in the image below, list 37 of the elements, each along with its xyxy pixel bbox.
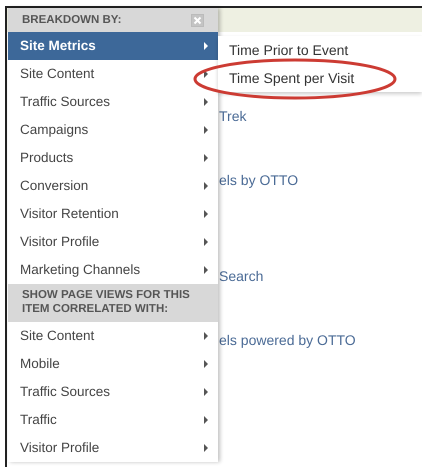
menu-item[interactable]: Products	[8, 144, 218, 172]
section-title: SHOW PAGE VIEWS FOR THIS ITEM CORRELATED WITH:	[22, 288, 191, 316]
page-link[interactable]: Search	[219, 260, 422, 292]
submenu-arrow-icon	[204, 388, 208, 396]
submenu-arrow-icon	[204, 182, 208, 190]
submenu-arrow-icon	[204, 266, 208, 274]
menu-item[interactable]: Site Content	[8, 322, 218, 350]
submenu-item[interactable]: Time Spent per Visit	[218, 64, 422, 92]
submenu-item[interactable]: Time Prior to Event	[218, 36, 422, 64]
submenu-arrow-icon	[204, 154, 208, 162]
section-title: BREAKDOWN BY:	[22, 13, 122, 27]
menu-item[interactable]: Traffic	[8, 406, 218, 434]
menu-item[interactable]: Visitor Profile	[8, 434, 218, 462]
submenu-arrow-icon	[204, 360, 208, 368]
page-link[interactable]: Trek	[219, 100, 422, 132]
close-icon[interactable]	[191, 14, 204, 26]
menu-item[interactable]: Conversion	[8, 172, 218, 200]
page-link[interactable]: els by OTTO	[219, 164, 422, 196]
submenu-arrow-icon	[204, 70, 208, 78]
menu-item[interactable]: Visitor Profile	[8, 228, 218, 256]
menu-item[interactable]: Visitor Retention	[8, 200, 218, 228]
submenu-arrow-icon	[204, 98, 208, 106]
submenu-arrow-icon	[204, 126, 208, 134]
menu-item[interactable]: Traffic Sources	[8, 378, 218, 406]
menu-item[interactable]: Traffic Sources	[8, 88, 218, 116]
menu-item[interactable]: Site Content	[8, 60, 218, 88]
menu-item[interactable]: Mobile	[8, 350, 218, 378]
submenu-arrow-icon	[204, 416, 208, 424]
submenu-arrow-icon	[204, 42, 208, 50]
menu-item[interactable]: Site Metrics	[8, 32, 218, 60]
submenu-arrow-icon	[204, 238, 208, 246]
menu-item[interactable]: Marketing Channels	[8, 256, 218, 284]
submenu-arrow-icon	[204, 210, 208, 218]
menu-item[interactable]: Campaigns	[8, 116, 218, 144]
page-link[interactable]: els powered by OTTO	[219, 324, 422, 356]
submenu-arrow-icon	[204, 444, 208, 452]
submenu-arrow-icon	[204, 332, 208, 340]
